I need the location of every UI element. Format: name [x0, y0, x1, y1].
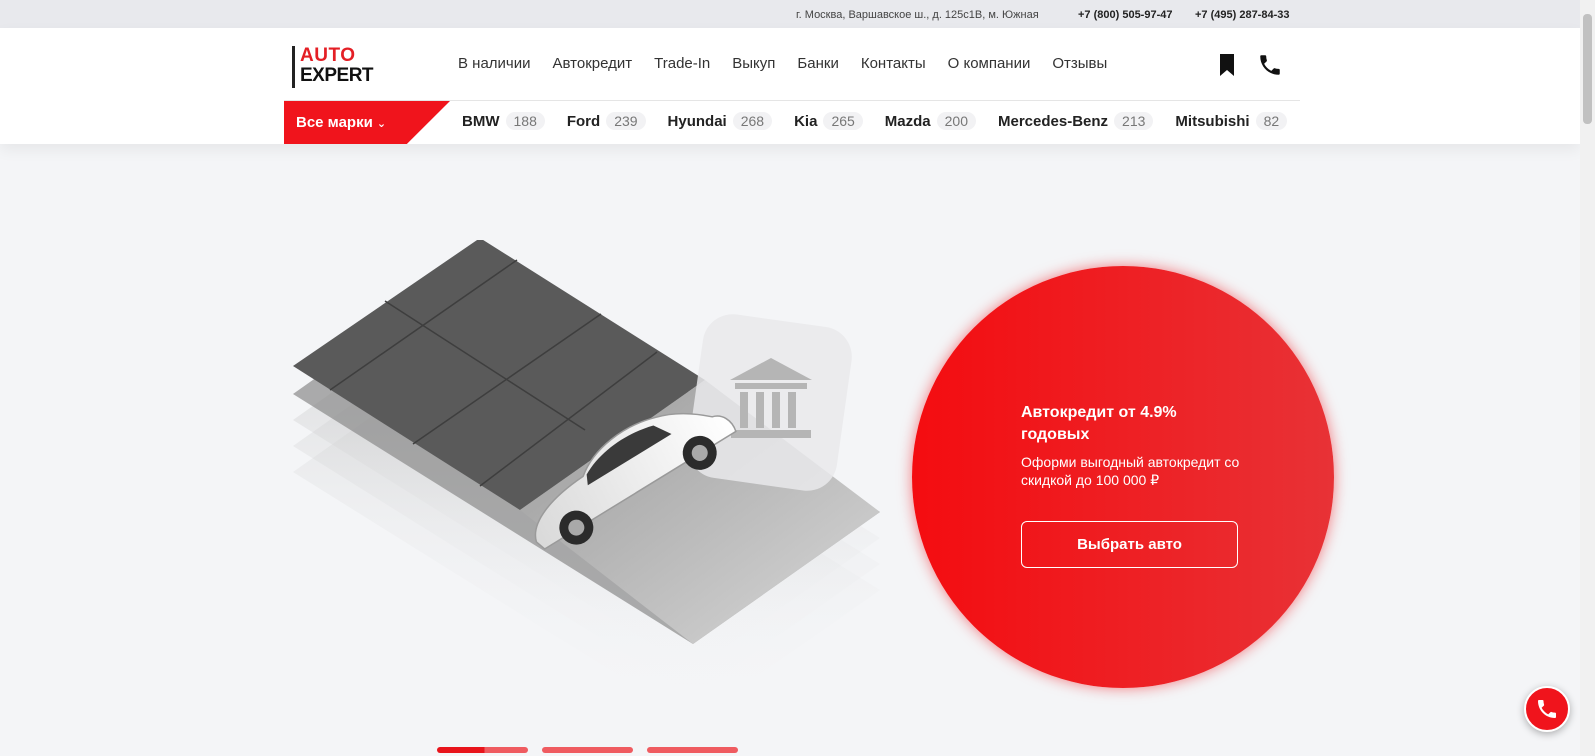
promo-title: Автокредит от 4.9% годовых — [1021, 404, 1177, 443]
brand-hyundai[interactable]: Hyundai 268 — [668, 112, 773, 130]
slider-pagination — [437, 747, 738, 753]
brand-ford[interactable]: Ford 239 — [567, 112, 646, 130]
brand-count: 268 — [732, 112, 773, 130]
promo-text: Оформи выгодный автокредит со скидкой до… — [1021, 454, 1240, 488]
logo-line-1: AUTO — [300, 45, 356, 66]
nav-item-reviews[interactable]: Отзывы — [1052, 55, 1107, 72]
brand-count: 239 — [606, 112, 646, 130]
brand-count: 82 — [1255, 112, 1288, 130]
brand-mitsubishi[interactable]: Mitsubishi 82 — [1175, 112, 1288, 130]
brand-kia[interactable]: Kia 265 — [794, 112, 863, 130]
top-info-bar: г. Москва, Варшавское ш., д. 125с1В, м. … — [0, 0, 1580, 28]
address-text: г. Москва, Варшавское ш., д. 125с1В, м. … — [796, 9, 1039, 21]
slider-dot-2[interactable] — [542, 747, 633, 753]
chevron-down-icon: ⌄ — [376, 118, 387, 130]
brand-name: Ford — [566, 112, 601, 130]
main-nav: В наличии Автокредит Trade-In Выкуп Банк… — [458, 55, 1107, 72]
all-brands-label: Все марки — [296, 114, 373, 131]
brand-count: 265 — [823, 112, 863, 130]
brand-name: Kia — [794, 112, 818, 130]
brand-list: BMW 188 Ford 239 Hyundai 268 Kia 265 Maz… — [462, 112, 1288, 130]
bank-tile — [688, 314, 852, 491]
nav-item-buyout[interactable]: Выкуп — [732, 55, 775, 72]
phone-icon — [1538, 700, 1556, 718]
nav-item-about[interactable]: О компании — [948, 55, 1031, 72]
phone-link-2[interactable]: +7 (495) 287-84-33 — [1195, 9, 1289, 21]
nav-item-trade-in[interactable]: Trade-In — [654, 55, 710, 72]
nav-item-contacts[interactable]: Контакты — [861, 55, 926, 72]
brand-count: 200 — [936, 112, 976, 130]
brand-mazda[interactable]: Mazda 200 — [885, 112, 976, 130]
brand-mercedes-benz[interactable]: Mercedes-Benz 213 — [998, 112, 1154, 130]
choose-car-button[interactable]: Выбрать авто — [1021, 521, 1238, 568]
slider-dot-1[interactable] — [437, 747, 528, 753]
brand-count: 188 — [505, 112, 545, 130]
logo-line-2: EXPERT — [300, 65, 374, 86]
nav-item-banks[interactable]: Банки — [797, 55, 838, 72]
nav-item-autocredit[interactable]: Автокредит — [553, 55, 633, 72]
brand-name: Mercedes-Benz — [998, 112, 1109, 130]
brand-count: 213 — [1114, 112, 1154, 130]
floating-call-button[interactable] — [1524, 686, 1570, 732]
site-header: AUTO EXPERT В наличии Автокредит Trade-I… — [0, 28, 1580, 144]
brand-name: Mazda — [884, 112, 931, 130]
nav-item-in-stock[interactable]: В наличии — [458, 55, 531, 72]
phone-icon[interactable] — [1257, 52, 1283, 78]
brand-name: Mitsubishi — [1175, 112, 1250, 130]
brand-name: BMW — [462, 112, 500, 130]
header-divider — [284, 100, 1300, 101]
scrollbar-thumb[interactable] — [1583, 14, 1592, 124]
site-logo[interactable]: AUTO EXPERT — [292, 46, 382, 88]
all-brands-button[interactable]: Все марки ⌄ — [284, 101, 450, 144]
page-scrollbar[interactable] — [1580, 0, 1595, 756]
hero-illustration — [293, 240, 880, 722]
bookmark-icon[interactable] — [1214, 52, 1240, 78]
brand-name: Hyundai — [667, 112, 727, 130]
slider-dot-3[interactable] — [647, 747, 738, 753]
brand-bmw[interactable]: BMW 188 — [462, 112, 545, 130]
phone-link-1[interactable]: +7 (800) 505-97-47 — [1078, 9, 1172, 21]
